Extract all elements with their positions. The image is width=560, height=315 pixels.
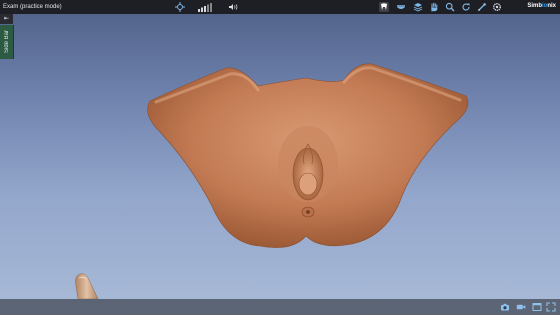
window-icon[interactable] [532, 302, 542, 312]
zoom-icon[interactable] [445, 2, 455, 12]
brand-logo: Simbionix [527, 3, 556, 9]
audio-icon[interactable] [228, 2, 238, 12]
window-title: Exam (practice mode) [3, 4, 62, 10]
top-toolbar: Exam (practice mode) Simbionix [0, 0, 560, 14]
crosshair-icon[interactable] [175, 2, 185, 12]
jaw-view-icon[interactable] [396, 2, 406, 12]
video-icon[interactable] [516, 302, 526, 312]
hand-pan-icon[interactable] [429, 2, 439, 12]
camera-icon[interactable] [500, 302, 510, 312]
sidebar-collapse-button[interactable]: ⇤ [0, 14, 13, 24]
maximize-icon[interactable] [546, 302, 556, 312]
probe-icon[interactable] [477, 2, 487, 12]
layers-icon[interactable] [413, 2, 423, 12]
signal-strength-icon [198, 2, 214, 12]
dental-view-icon[interactable] [379, 2, 389, 12]
settings-icon[interactable] [492, 2, 502, 12]
bottom-status-bar [0, 299, 560, 315]
rotate-icon[interactable] [461, 2, 471, 12]
3d-viewport[interactable] [0, 14, 560, 300]
sidebar-tab[interactable]: Side Bar [0, 25, 14, 59]
finger-cursor-icon [75, 273, 99, 300]
sidebar-tab-label: Side Bar [3, 30, 10, 54]
